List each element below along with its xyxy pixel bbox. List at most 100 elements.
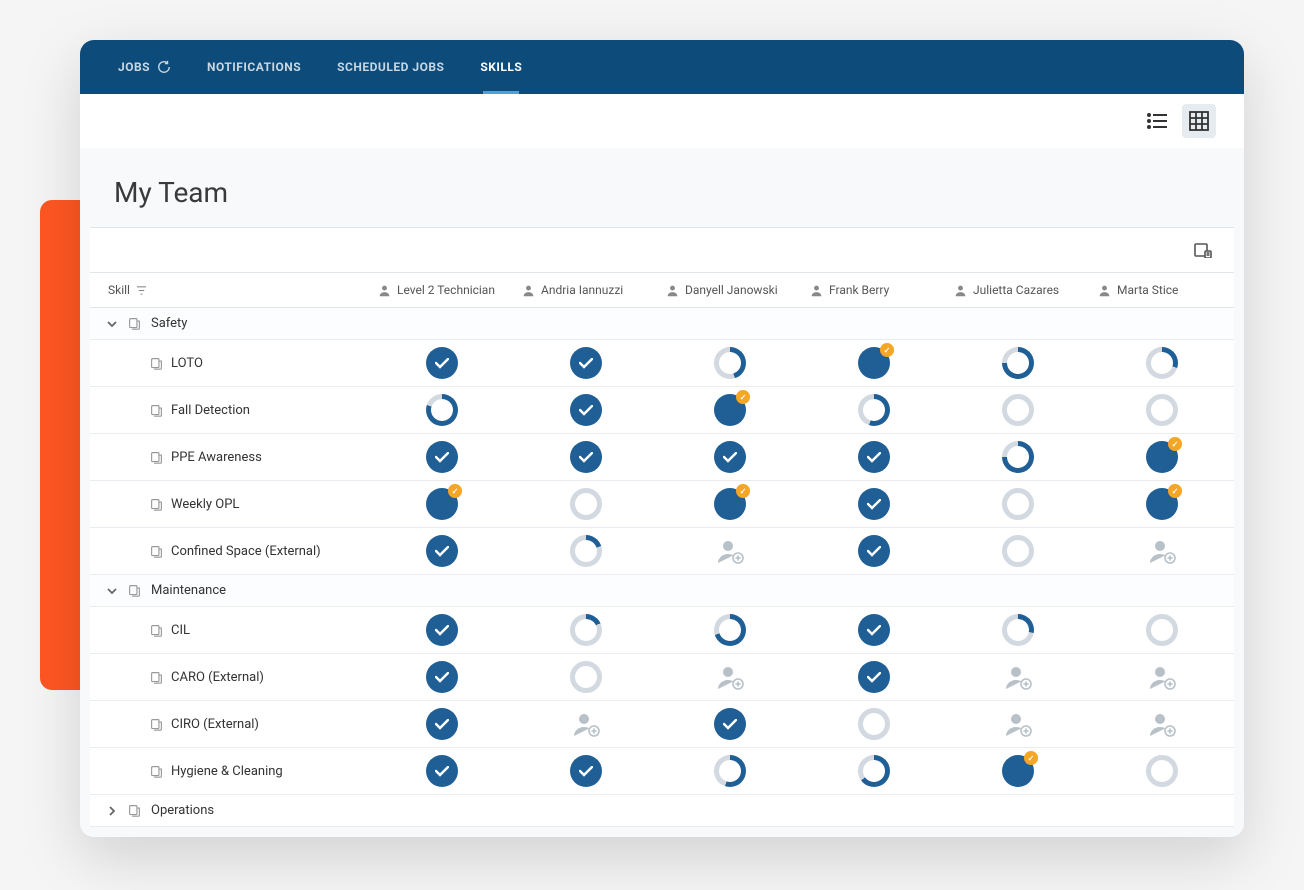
status-progress[interactable]	[426, 394, 458, 426]
status-progress[interactable]	[1146, 441, 1178, 473]
assign-person-icon[interactable]	[1004, 711, 1032, 737]
skill-name-cell[interactable]: LOTO	[90, 346, 370, 381]
group-row[interactable]: Maintenance	[90, 575, 1234, 607]
status-complete[interactable]	[858, 535, 890, 567]
status-complete[interactable]	[858, 614, 890, 646]
skill-name-cell[interactable]: Weekly OPL	[90, 487, 370, 522]
status-progress[interactable]	[570, 535, 602, 567]
status-complete[interactable]	[426, 755, 458, 787]
status-complete[interactable]	[858, 441, 890, 473]
filter-icon[interactable]	[136, 285, 147, 296]
person-icon	[666, 284, 679, 297]
skill-name-cell[interactable]: CIRO (External)	[90, 707, 370, 742]
nav-tab-jobs[interactable]: JOBS	[100, 40, 189, 94]
status-cell	[802, 388, 946, 432]
status-progress[interactable]	[858, 394, 890, 426]
status-complete[interactable]	[714, 441, 746, 473]
status-progress[interactable]	[714, 347, 746, 379]
verified-badge	[736, 484, 750, 498]
status-progress[interactable]	[1146, 488, 1178, 520]
status-cell	[946, 705, 1090, 743]
column-header-person[interactable]: Frank Berry	[802, 273, 946, 307]
skill-row: CIRO (External)	[90, 701, 1234, 748]
skill-name-cell[interactable]: CIL	[90, 613, 370, 648]
column-header-person[interactable]: Danyell Janowski	[658, 273, 802, 307]
assign-person-icon[interactable]	[1148, 664, 1176, 690]
skill-icon	[150, 498, 163, 511]
status-complete[interactable]	[714, 708, 746, 740]
assign-person-icon[interactable]	[1004, 664, 1032, 690]
status-complete[interactable]	[858, 661, 890, 693]
status-progress[interactable]	[1002, 441, 1034, 473]
assign-person-icon[interactable]	[572, 711, 600, 737]
status-progress[interactable]	[1002, 755, 1034, 787]
column-header-person[interactable]: Andria Iannuzzi	[514, 273, 658, 307]
column-header-person[interactable]: Marta Stice	[1090, 273, 1234, 307]
status-progress[interactable]	[1002, 614, 1034, 646]
status-progress[interactable]	[714, 755, 746, 787]
column-header-person[interactable]: Julietta Cazares	[946, 273, 1090, 307]
status-complete[interactable]	[426, 535, 458, 567]
status-progress[interactable]	[1002, 347, 1034, 379]
status-progress[interactable]	[570, 614, 602, 646]
skill-name-cell[interactable]: CARO (External)	[90, 660, 370, 695]
status-empty[interactable]	[1002, 535, 1034, 567]
status-progress[interactable]	[714, 488, 746, 520]
status-progress[interactable]	[858, 755, 890, 787]
status-progress[interactable]	[858, 347, 890, 379]
status-progress[interactable]	[714, 614, 746, 646]
skill-name-cell[interactable]: Fall Detection	[90, 393, 370, 428]
skill-name-cell[interactable]: Confined Space (External)	[90, 534, 370, 569]
list-view-button[interactable]	[1140, 104, 1174, 138]
status-progress[interactable]	[714, 394, 746, 426]
status-empty[interactable]	[570, 661, 602, 693]
status-complete[interactable]	[426, 441, 458, 473]
chevron-down-icon[interactable]	[106, 318, 118, 330]
status-complete[interactable]	[858, 488, 890, 520]
column-header-skill[interactable]: Skill	[90, 273, 370, 307]
status-empty[interactable]	[1002, 488, 1034, 520]
chevron-right-icon[interactable]	[106, 805, 118, 817]
status-empty[interactable]	[1146, 755, 1178, 787]
status-cell	[370, 529, 514, 573]
group-row[interactable]: Safety	[90, 308, 1234, 340]
group-label: Safety	[151, 316, 187, 331]
assign-person-icon[interactable]	[716, 538, 744, 564]
group-row[interactable]: Operations	[90, 795, 1234, 827]
column-header-person[interactable]: Level 2 Technician	[370, 273, 514, 307]
status-cell	[658, 388, 802, 432]
skill-label: LOTO	[171, 356, 203, 371]
status-empty[interactable]	[858, 708, 890, 740]
skill-name-cell[interactable]: Hygiene & Cleaning	[90, 754, 370, 789]
skill-icon	[150, 357, 163, 370]
status-complete[interactable]	[426, 661, 458, 693]
nav-tab-scheduled-jobs[interactable]: SCHEDULED JOBS	[319, 40, 462, 94]
status-cell	[370, 608, 514, 652]
status-cell	[370, 388, 514, 432]
status-complete[interactable]	[570, 755, 602, 787]
nav-tab-notifications[interactable]: NOTIFICATIONS	[189, 40, 319, 94]
export-icon[interactable]	[1194, 242, 1212, 258]
status-empty[interactable]	[570, 488, 602, 520]
status-cell	[1090, 705, 1234, 743]
nav-tab-skills[interactable]: SKILLS	[462, 40, 540, 94]
status-complete[interactable]	[426, 347, 458, 379]
skill-icon	[150, 545, 163, 558]
chevron-down-icon[interactable]	[106, 585, 118, 597]
status-complete[interactable]	[426, 614, 458, 646]
status-complete[interactable]	[426, 708, 458, 740]
assign-person-icon[interactable]	[716, 664, 744, 690]
status-progress[interactable]	[426, 488, 458, 520]
assign-person-icon[interactable]	[1148, 538, 1176, 564]
status-empty[interactable]	[1002, 394, 1034, 426]
status-cell	[802, 435, 946, 479]
status-complete[interactable]	[570, 394, 602, 426]
status-complete[interactable]	[570, 347, 602, 379]
status-empty[interactable]	[1146, 614, 1178, 646]
status-complete[interactable]	[570, 441, 602, 473]
skill-name-cell[interactable]: PPE Awareness	[90, 440, 370, 475]
status-empty[interactable]	[1146, 394, 1178, 426]
grid-view-button[interactable]	[1182, 104, 1216, 138]
status-progress[interactable]	[1146, 347, 1178, 379]
assign-person-icon[interactable]	[1148, 711, 1176, 737]
